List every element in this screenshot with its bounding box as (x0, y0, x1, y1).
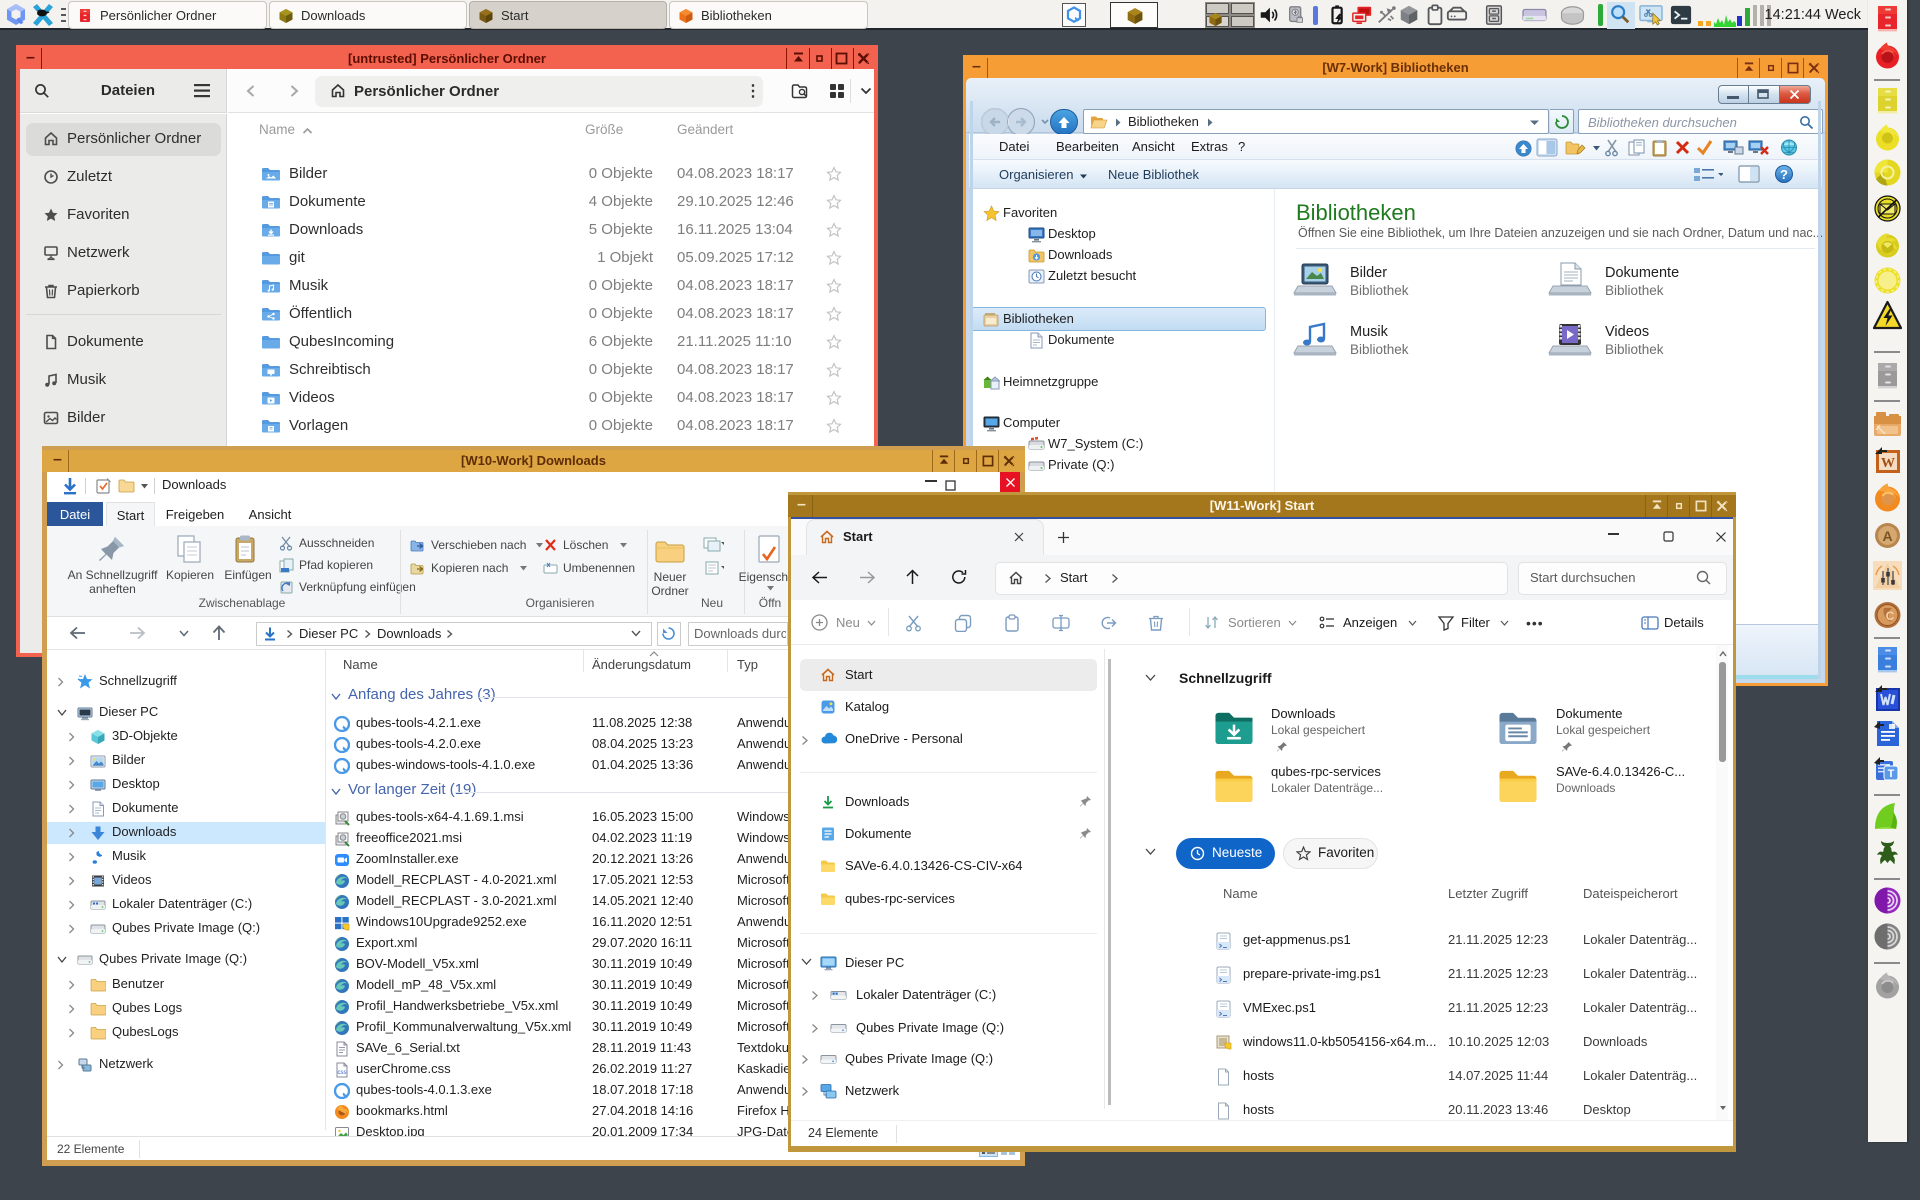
svg-text:W: W (1881, 456, 1895, 471)
svg-text:T: T (1888, 768, 1895, 780)
svg-text:C: C (1886, 609, 1895, 623)
svg-text:A: A (1882, 528, 1892, 544)
svg-text:css: css (338, 1070, 347, 1076)
